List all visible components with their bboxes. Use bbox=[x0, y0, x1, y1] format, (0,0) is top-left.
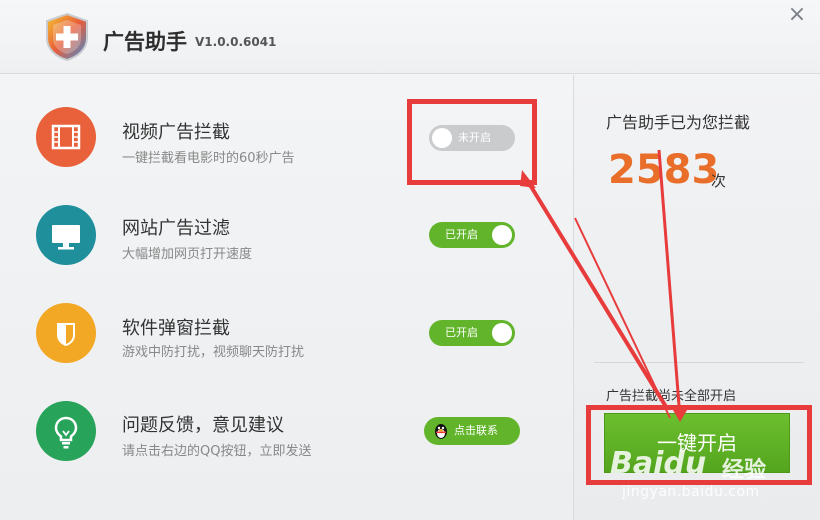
feature-title: 网站广告过滤 bbox=[122, 218, 230, 239]
watermark-brand: Baidu bbox=[610, 446, 707, 481]
contact-qq-button[interactable]: 点击联系 bbox=[424, 417, 520, 445]
app-version: V1.0.0.6041 bbox=[195, 35, 277, 49]
feature-title: 问题反馈，意见建议 bbox=[122, 415, 284, 436]
feature-desc: 游戏中防打扰，视频聊天防打扰 bbox=[122, 345, 305, 360]
lightbulb-icon bbox=[36, 401, 96, 461]
shield-icon bbox=[36, 303, 96, 363]
popup-block-toggle[interactable]: 已开启 bbox=[429, 320, 515, 346]
feature-desc: 请点击右边的QQ按钮，立即发送 bbox=[122, 444, 312, 459]
feature-desc: 一键拦截看电影时的60秒广告 bbox=[122, 151, 295, 166]
feature-popup-block: 软件弹窗拦截 游戏中防打扰，视频聊天防打扰 已开启 bbox=[0, 283, 572, 381]
toggle-knob bbox=[492, 323, 512, 343]
ad-assistant-window: 广告助手 V1.0.0.6041 × 视频广告拦截 一键拦截看电影时的60秒广告… bbox=[0, 0, 820, 520]
feature-desc: 大幅增加网页打开速度 bbox=[122, 247, 253, 262]
contact-button-label: 点击联系 bbox=[454, 424, 498, 437]
qq-penguin-icon bbox=[435, 424, 447, 439]
website-ad-toggle[interactable]: 已开启 bbox=[429, 222, 515, 248]
annotation-box-toggle bbox=[407, 99, 537, 185]
feature-title: 软件弹窗拦截 bbox=[122, 318, 230, 339]
status-warning: 广告拦截尚未全部开启 bbox=[606, 389, 737, 404]
monitor-icon bbox=[36, 205, 96, 265]
baidu-watermark: Baidu 经验 jingyan.baidu.com bbox=[606, 440, 786, 510]
toggle-knob bbox=[492, 225, 512, 245]
watermark-product: 经验 bbox=[722, 458, 767, 483]
feature-feedback: 问题反馈，意见建议 请点击右边的QQ按钮，立即发送 点击联系 bbox=[0, 381, 572, 479]
watermark-url: jingyan.baidu.com bbox=[622, 484, 760, 500]
blocked-count-label: 广告助手已为您拦截 bbox=[606, 113, 751, 132]
feature-title: 视频广告拦截 bbox=[122, 122, 230, 143]
title-bar: 广告助手 V1.0.0.6041 × bbox=[0, 0, 820, 74]
close-icon[interactable]: × bbox=[786, 4, 808, 26]
film-icon bbox=[36, 107, 96, 167]
blocked-count-unit: 次 bbox=[711, 172, 727, 190]
shield-logo-icon bbox=[46, 12, 88, 62]
toggle-label: 已开启 bbox=[445, 228, 478, 241]
app-title: 广告助手 bbox=[103, 30, 187, 54]
panel-divider bbox=[594, 362, 804, 363]
feature-website-ad-filter: 网站广告过滤 大幅增加网页打开速度 已开启 bbox=[0, 185, 572, 283]
blocked-count: 2583 bbox=[608, 147, 720, 193]
toggle-label: 已开启 bbox=[445, 326, 478, 339]
